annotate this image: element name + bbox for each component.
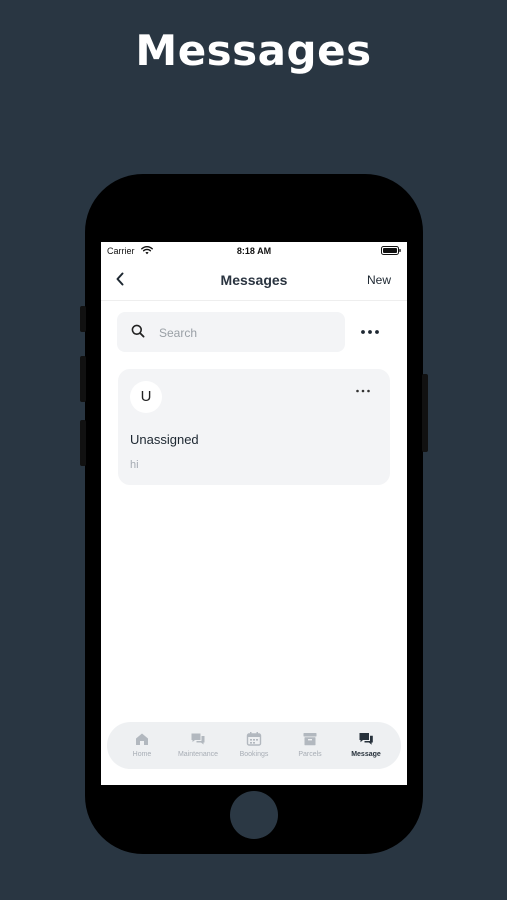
battery-icon	[381, 246, 401, 257]
tab-bar: Home Maintenance Bookings Parcels Messag…	[107, 722, 401, 769]
tab-message[interactable]: Message	[338, 722, 394, 769]
back-chevron-icon[interactable]	[115, 272, 125, 291]
calendar-icon	[246, 732, 262, 746]
mute-switch	[80, 306, 86, 332]
tab-bookings[interactable]: Bookings	[226, 722, 282, 769]
tab-parcels[interactable]: Parcels	[282, 722, 338, 769]
tab-label: Parcels	[298, 751, 322, 758]
home-button[interactable]	[230, 791, 278, 839]
new-message-button[interactable]: New	[367, 273, 391, 287]
card-more-button[interactable]	[354, 383, 372, 393]
archive-box-icon	[303, 733, 317, 746]
power-button	[422, 374, 428, 452]
volume-up-button	[80, 356, 86, 402]
more-horizontal-icon	[361, 330, 379, 334]
phone-screen: Carrier 8:18 AM Messages New Search U Un…	[101, 242, 407, 785]
tab-label: Maintenance	[177, 751, 219, 758]
more-options-button[interactable]	[357, 322, 383, 342]
message-icon	[359, 733, 373, 745]
tab-label: Message	[351, 751, 381, 758]
home-icon	[136, 733, 148, 745]
conversation-card[interactable]: U Unassigned hi	[118, 369, 390, 485]
tab-label: Home	[132, 751, 152, 758]
status-time: 8:18 AM	[236, 246, 272, 256]
page-title: Messages	[220, 272, 288, 288]
more-horizontal-icon	[356, 389, 370, 393]
tab-label: Bookings	[239, 751, 269, 758]
avatar: U	[130, 381, 162, 413]
conversation-title: Unassigned	[130, 432, 199, 447]
nav-bar: Messages New	[101, 260, 407, 301]
search-icon	[131, 324, 145, 343]
conversation-preview: hi	[130, 459, 139, 471]
search-box[interactable]	[117, 312, 345, 354]
volume-down-button	[80, 420, 86, 466]
tab-maintenance[interactable]: Maintenance	[170, 722, 226, 769]
hero-title: Messages	[135, 26, 372, 75]
tab-home[interactable]: Home	[114, 722, 170, 769]
chat-icon	[191, 733, 205, 745]
status-bar: Carrier 8:18 AM	[101, 242, 407, 260]
search-input[interactable]	[157, 312, 341, 354]
